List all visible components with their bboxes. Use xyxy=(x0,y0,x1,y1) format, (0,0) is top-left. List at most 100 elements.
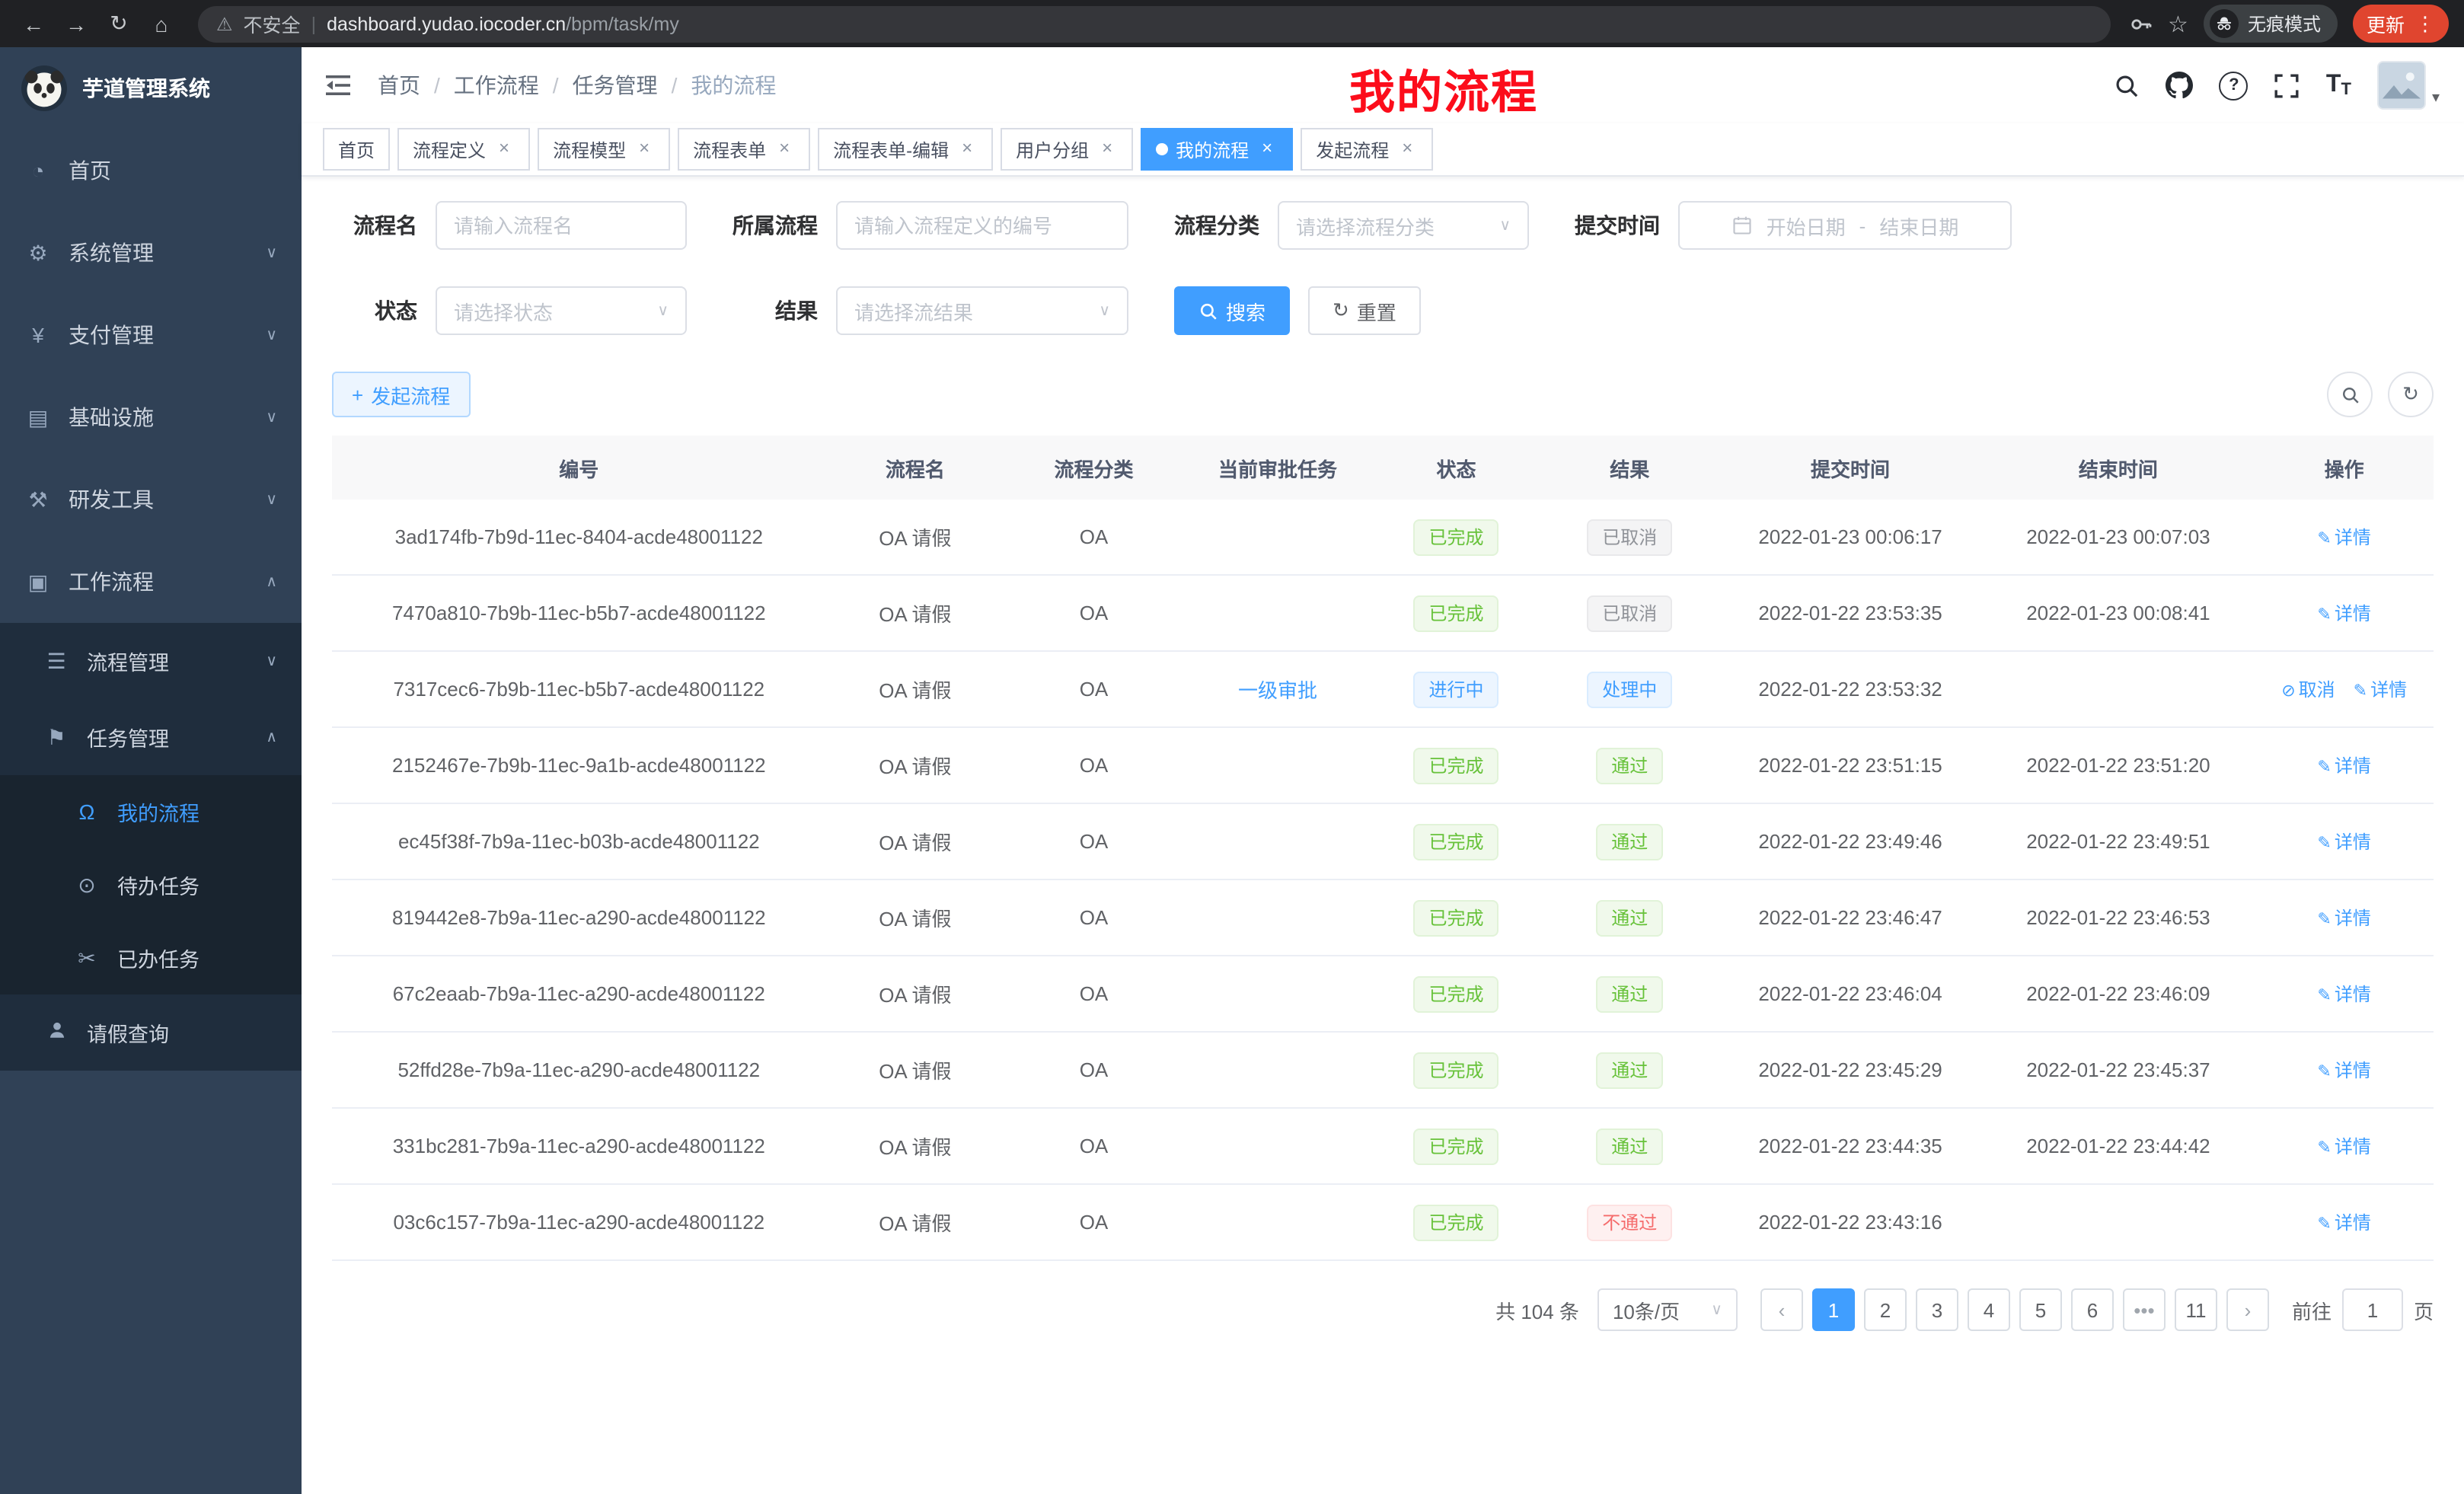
column-header: 流程分类 xyxy=(1004,436,1183,500)
reload-icon[interactable]: ↻ xyxy=(101,5,137,42)
pager-page-button[interactable]: 1 xyxy=(1812,1288,1855,1331)
forward-icon[interactable]: → xyxy=(58,5,94,42)
sidebar-item-workflow[interactable]: ▣ 工作流程 ∧ xyxy=(0,541,302,623)
pager-prev-button[interactable]: ‹ xyxy=(1760,1288,1803,1331)
cell-name: OA 请假 xyxy=(826,803,1005,879)
date-range-picker[interactable]: 开始日期 - 结束日期 xyxy=(1678,201,2012,250)
reset-button[interactable]: ↻ 重置 xyxy=(1308,286,1421,335)
tab-process-form-edit[interactable]: 流程表单-编辑× xyxy=(818,128,993,171)
sidebar-item-payment[interactable]: ¥ 支付管理 ∨ xyxy=(0,294,302,376)
github-icon[interactable] xyxy=(2166,72,2194,99)
cell-result: 处理中 xyxy=(1540,651,1719,727)
help-icon[interactable]: ? xyxy=(2220,71,2249,100)
app-logo[interactable]: 芋道管理系统 xyxy=(0,47,302,129)
search-icon[interactable] xyxy=(2115,72,2140,98)
browser-menu-icon[interactable]: ⋮ xyxy=(2415,11,2435,36)
chevron-up-icon: ∧ xyxy=(266,573,277,590)
tab-process-form[interactable]: 流程表单× xyxy=(678,128,810,171)
address-bar[interactable]: ⚠ 不安全 | dashboard.yudao.iocoder.cn/bpm/t… xyxy=(198,5,2110,42)
goto-page-input[interactable] xyxy=(2342,1288,2403,1331)
sidebar-item-label: 支付管理 xyxy=(69,320,154,350)
pager-page-button[interactable]: 6 xyxy=(2071,1288,2114,1331)
tab-start-process[interactable]: 发起流程× xyxy=(1301,128,1433,171)
home-icon[interactable]: ⌂ xyxy=(143,5,180,42)
detail-link[interactable]: ✎详情 xyxy=(2317,527,2370,548)
chevron-down-icon: ∨ xyxy=(1711,1301,1722,1318)
table-refresh-button[interactable]: ↻ xyxy=(2388,372,2434,417)
detail-link[interactable]: ✎详情 xyxy=(2317,603,2370,624)
sidebar-item-infrastructure[interactable]: ▤ 基础设施 ∨ xyxy=(0,376,302,458)
category-select[interactable]: 请选择流程分类 ∨ xyxy=(1278,201,1529,250)
close-icon[interactable]: × xyxy=(1256,139,1278,160)
start-process-button[interactable]: + 发起流程 xyxy=(332,372,470,417)
page-size-select[interactable]: 10条/页 ∨ xyxy=(1597,1288,1738,1331)
tab-user-group[interactable]: 用户分组× xyxy=(1001,128,1133,171)
close-icon[interactable]: × xyxy=(956,139,978,160)
chevron-down-icon: ∨ xyxy=(266,491,277,508)
sidebar-item-done-tasks[interactable]: ✂ 已办任务 xyxy=(0,921,302,994)
sidebar-item-devtools[interactable]: ⚒ 研发工具 ∨ xyxy=(0,458,302,541)
update-button[interactable]: 更新 ⋮ xyxy=(2353,5,2449,43)
user-menu[interactable]: ▾ xyxy=(2377,61,2440,110)
font-size-icon[interactable]: TT xyxy=(2326,72,2351,99)
hamburger-icon[interactable] xyxy=(326,73,353,97)
sidebar-item-process-management[interactable]: ☰ 流程管理 ∨ xyxy=(0,623,302,699)
pager-next-button[interactable]: › xyxy=(2226,1288,2269,1331)
table-search-button[interactable] xyxy=(2327,372,2373,417)
cancel-link[interactable]: ⊘取消 xyxy=(2281,679,2335,701)
tab-my-process[interactable]: 我的流程× xyxy=(1141,128,1293,171)
pager-more-button[interactable]: ••• xyxy=(2123,1288,2166,1331)
tab-process-model[interactable]: 流程模型× xyxy=(538,128,670,171)
status-badge: 通过 xyxy=(1596,899,1663,936)
detail-link[interactable]: ✎详情 xyxy=(2317,908,2370,929)
result-select[interactable]: 请选择流结果 ∨ xyxy=(836,286,1128,335)
close-icon[interactable]: × xyxy=(493,139,515,160)
search-button[interactable]: 搜索 xyxy=(1174,286,1290,335)
sidebar-item-my-process[interactable]: Ω 我的流程 xyxy=(0,775,302,848)
detail-link[interactable]: ✎详情 xyxy=(2354,679,2407,701)
close-icon[interactable]: × xyxy=(1096,139,1118,160)
sidebar-item-label: 工作流程 xyxy=(69,567,154,597)
detail-link[interactable]: ✎详情 xyxy=(2317,984,2370,1005)
breadcrumb-item[interactable]: 首页 xyxy=(378,70,420,101)
owner-process-input[interactable] xyxy=(836,201,1128,250)
cell-id: 331bc281-7b9a-11ec-a290-acde48001122 xyxy=(332,1108,826,1184)
bookmark-star-icon[interactable]: ☆ xyxy=(2168,10,2188,37)
status-badge: 已取消 xyxy=(1587,519,1672,555)
current-task-link[interactable]: 一级审批 xyxy=(1238,679,1317,702)
cell-end-time: 2022-01-22 23:51:20 xyxy=(1982,727,2255,803)
pager-page-button[interactable]: 11 xyxy=(2175,1288,2217,1331)
detail-link[interactable]: ✎详情 xyxy=(2317,1212,2370,1234)
tab-process-definition[interactable]: 流程定义× xyxy=(397,128,530,171)
column-header: 状态 xyxy=(1372,436,1540,500)
detail-link[interactable]: ✎详情 xyxy=(2317,1060,2370,1081)
eye-icon: ⊙ xyxy=(73,872,101,898)
detail-link[interactable]: ✎详情 xyxy=(2317,755,2370,777)
breadcrumb-item[interactable]: 任务管理 xyxy=(573,70,658,101)
close-icon[interactable]: × xyxy=(634,139,655,160)
sidebar-item-task-management[interactable]: ⚑ 任务管理 ∧ xyxy=(0,699,302,775)
pager-page-button[interactable]: 5 xyxy=(2019,1288,2062,1331)
pager-page-button[interactable]: 3 xyxy=(1916,1288,1958,1331)
sidebar-item-home[interactable]: ◔ 首页 xyxy=(0,129,302,212)
breadcrumb-item[interactable]: 工作流程 xyxy=(454,70,539,101)
detail-link[interactable]: ✎详情 xyxy=(2317,832,2370,853)
close-icon[interactable]: × xyxy=(1396,139,1418,160)
pager-page-button[interactable]: 4 xyxy=(1968,1288,2010,1331)
tab-home[interactable]: 首页 xyxy=(323,128,390,171)
pager-page-button[interactable]: 2 xyxy=(1864,1288,1907,1331)
back-icon[interactable]: ← xyxy=(15,5,52,42)
status-badge: 已完成 xyxy=(1414,1052,1499,1088)
app-title: 芋道管理系统 xyxy=(82,73,210,104)
detail-link[interactable]: ✎详情 xyxy=(2317,1136,2370,1157)
process-name-input[interactable] xyxy=(436,201,687,250)
sidebar-item-leave-query[interactable]: 请假查询 xyxy=(0,994,302,1071)
sidebar-item-system[interactable]: ⚙ 系统管理 ∨ xyxy=(0,212,302,294)
fullscreen-icon[interactable] xyxy=(2274,72,2300,98)
close-icon[interactable]: × xyxy=(774,139,795,160)
key-icon[interactable] xyxy=(2128,11,2153,36)
briefcase-icon: ▣ xyxy=(24,569,52,595)
status-select[interactable]: 请选择状态 ∨ xyxy=(436,286,687,335)
sidebar-item-todo-tasks[interactable]: ⊙ 待办任务 xyxy=(0,848,302,921)
column-header: 结束时间 xyxy=(1982,436,2255,500)
